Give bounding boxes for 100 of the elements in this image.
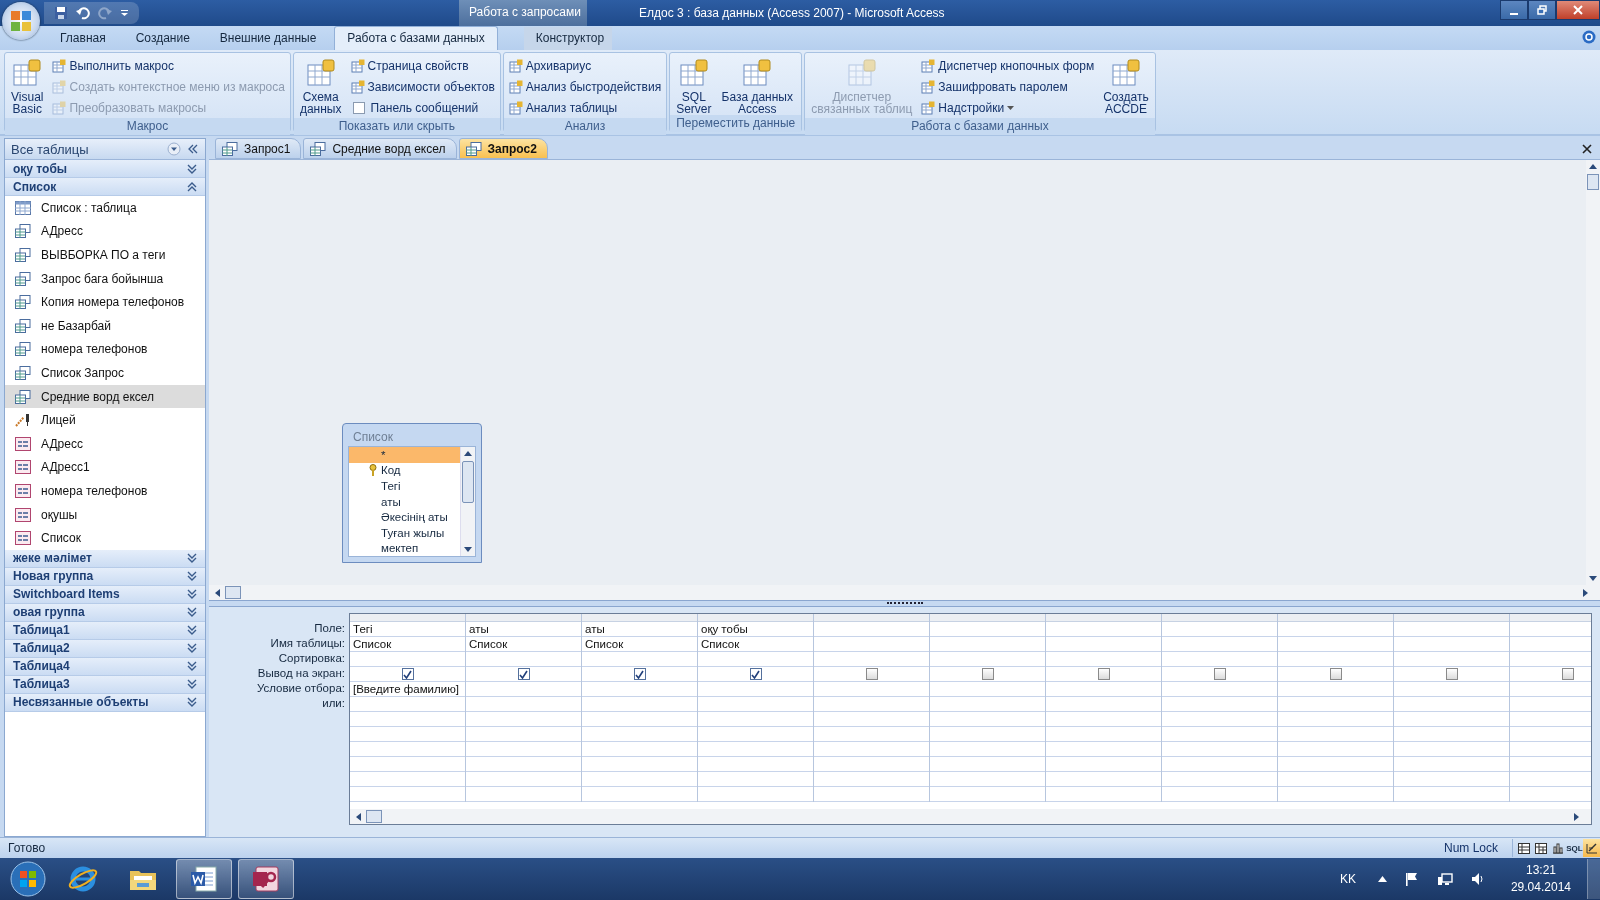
show-checkbox[interactable] xyxy=(1213,668,1226,680)
grid-cell[interactable] xyxy=(814,667,929,682)
help-icon[interactable] xyxy=(1582,30,1596,44)
column-selector[interactable] xyxy=(1278,614,1393,622)
ribbon-large-button[interactable]: Создать ACCDE xyxy=(1100,55,1152,118)
scroll-thumb[interactable] xyxy=(366,810,382,823)
ribbon-dropdown[interactable]: Надстройки xyxy=(919,97,1097,118)
field-list-window[interactable]: Список * Код Тегі аты Әкесінің аты Туған жылы мектеп xyxy=(342,423,482,563)
document-tab[interactable]: Запрос2 xyxy=(458,138,548,159)
taskbar-button[interactable] xyxy=(176,859,232,899)
scroll-right-icon[interactable] xyxy=(1573,811,1581,822)
document-tab[interactable]: Средние ворд ексел xyxy=(303,138,457,159)
scroll-right-icon[interactable] xyxy=(1582,587,1590,598)
grid-cell[interactable]: Список xyxy=(350,637,465,652)
grid-cell[interactable]: аты xyxy=(582,622,697,637)
collapse-pane-icon[interactable] xyxy=(187,143,199,155)
navigation-item[interactable]: Копия номера телефонов xyxy=(5,290,205,314)
field-list-item[interactable]: Код xyxy=(349,462,460,479)
document-tab[interactable]: Запрос1 xyxy=(215,138,302,159)
ribbon-tab[interactable]: Создание xyxy=(123,27,202,50)
grid-cell[interactable] xyxy=(1510,667,1591,682)
navigation-item[interactable]: не Базарбай xyxy=(5,313,205,338)
column-selector[interactable] xyxy=(1394,614,1509,622)
taskbar-button[interactable] xyxy=(238,859,294,899)
save-icon[interactable] xyxy=(54,6,68,20)
ribbon-large-button[interactable]: SQL Server xyxy=(673,55,715,115)
ribbon-small-button[interactable]: Архивариус xyxy=(506,55,664,76)
grid-cell[interactable] xyxy=(1278,667,1393,682)
close-button[interactable] xyxy=(1556,0,1600,20)
flag-icon[interactable] xyxy=(1404,872,1419,886)
navigation-item[interactable]: Список xyxy=(5,526,205,550)
show-checkbox[interactable] xyxy=(401,668,414,680)
volume-icon[interactable] xyxy=(1470,872,1485,886)
grid-cell[interactable]: Список xyxy=(698,637,813,652)
scroll-down-icon[interactable] xyxy=(463,546,473,554)
grid-cell[interactable]: Список xyxy=(582,637,697,652)
office-button[interactable] xyxy=(2,2,40,40)
ribbon-small-button[interactable]: Зашифровать паролем xyxy=(919,76,1097,97)
ribbon-large-button[interactable]: База данных Access xyxy=(718,55,796,115)
show-hidden-icons-icon[interactable] xyxy=(1377,876,1387,882)
field-list-item[interactable]: мектеп xyxy=(349,540,460,556)
grid-cell[interactable] xyxy=(1162,667,1277,682)
restore-button[interactable] xyxy=(1528,0,1556,20)
grid-cell[interactable] xyxy=(1046,667,1161,682)
ribbon-small-button[interactable]: Выполнить макрос xyxy=(50,55,287,76)
network-icon[interactable] xyxy=(1436,872,1453,886)
navigation-item[interactable]: номера телефонов xyxy=(5,337,205,362)
scroll-thumb[interactable] xyxy=(225,586,241,599)
ribbon-large-button[interactable]: Схема данных xyxy=(296,55,345,118)
ribbon-tab[interactable]: Конструктор xyxy=(523,27,612,50)
show-checkbox[interactable] xyxy=(1329,668,1342,680)
show-checkbox[interactable] xyxy=(981,668,994,680)
ribbon-small-button[interactable]: Страница свойств xyxy=(348,55,497,76)
column-selector[interactable] xyxy=(582,614,697,622)
scroll-down-icon[interactable] xyxy=(1588,575,1598,583)
grid-cell[interactable]: [Введите фамилию] xyxy=(350,682,465,697)
column-selector[interactable] xyxy=(814,614,929,622)
navigation-item[interactable]: Список : таблица xyxy=(5,196,205,220)
ribbon-tab[interactable]: Внешние данные xyxy=(207,27,329,50)
navigation-item[interactable]: Запрос бага бойынша xyxy=(5,266,205,291)
ribbon-small-button[interactable]: Анализ таблицы xyxy=(506,97,664,118)
scrollbar[interactable] xyxy=(1586,160,1600,585)
clock-time[interactable]: 13:21 xyxy=(1525,862,1556,879)
navigation-item[interactable]: АДресс1 xyxy=(5,455,205,480)
column-selector[interactable] xyxy=(930,614,1045,622)
column-selector[interactable] xyxy=(350,614,465,622)
scroll-thumb[interactable] xyxy=(1587,174,1599,190)
field-list-item[interactable]: аты xyxy=(349,493,460,510)
field-list-item[interactable]: Әкесінің аты xyxy=(349,509,460,525)
ribbon-small-button[interactable]: Анализ быстродействия xyxy=(506,76,664,97)
dropdown-icon[interactable] xyxy=(167,142,181,156)
show-checkbox[interactable] xyxy=(517,668,530,680)
column-selector[interactable] xyxy=(466,614,581,622)
grid-cell[interactable] xyxy=(698,667,813,682)
column-selector[interactable] xyxy=(1162,614,1277,622)
language-indicator[interactable]: KK xyxy=(1339,872,1356,886)
grid-cell[interactable]: Тегі xyxy=(350,622,465,637)
navigation-pane-header[interactable]: Все таблицы xyxy=(5,139,205,160)
navigation-item[interactable]: Лицей xyxy=(5,408,205,432)
customize-caret-icon[interactable] xyxy=(120,9,129,17)
undo-icon[interactable] xyxy=(76,6,90,20)
show-checkbox[interactable] xyxy=(1561,668,1574,680)
minimize-button[interactable] xyxy=(1500,0,1528,20)
ribbon-small-button[interactable]: Зависимости объектов xyxy=(348,76,497,97)
ribbon-small-button[interactable]: Диспетчер кнопочных форм xyxy=(919,55,1097,76)
ribbon-large-button[interactable]: Visual Basic xyxy=(8,55,47,118)
scrollbar[interactable] xyxy=(209,585,1600,600)
column-selector[interactable] xyxy=(1510,614,1591,622)
scroll-left-icon[interactable] xyxy=(213,587,221,598)
show-checkbox[interactable] xyxy=(633,668,646,680)
field-list-item[interactable]: * xyxy=(349,447,460,463)
navigation-item[interactable]: номера телефонов xyxy=(5,479,205,503)
show-checkbox[interactable] xyxy=(865,668,878,680)
navigation-item[interactable]: ВЫВБОРКА ПО а теги xyxy=(5,243,205,267)
grid-cell[interactable] xyxy=(350,667,465,682)
navigation-item[interactable]: Список Запрос xyxy=(5,361,205,385)
view-button[interactable]: SQL xyxy=(1566,839,1583,857)
show-checkbox[interactable] xyxy=(749,668,762,680)
clock-date[interactable]: 29.04.2014 xyxy=(1510,879,1571,896)
scroll-left-icon[interactable] xyxy=(354,811,362,822)
